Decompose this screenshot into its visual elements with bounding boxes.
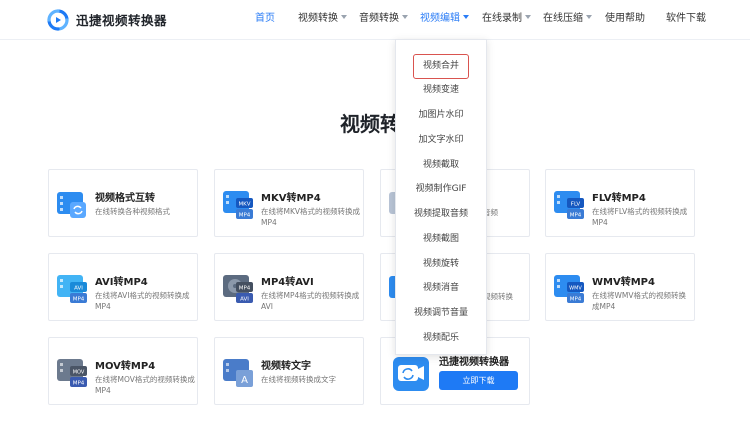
menu-item-image-watermark[interactable]: 加图片水印 [396,103,486,128]
video-edit-dropdown: 视频合并 视频变速 加图片水印 加文字水印 视频截取 视频制作GIF 视频提取音… [395,39,487,355]
menu-item-video-screenshot[interactable]: 视频截图 [396,227,486,252]
card-desc: 在线将WMV格式的视频转换成MP4 [592,291,687,311]
avi-to-mp4-icon: AVI MP4 [57,275,87,303]
card-title: WMV转MP4 [592,277,655,288]
nav-online-compress-label: 在线压缩 [543,13,583,24]
avi-badge: AVI [74,286,83,292]
card-title: MP4转AVI [261,277,314,288]
mov-to-mp4-icon: MOV MP4 [57,359,87,387]
chevron-down-icon [463,15,469,19]
nav-audio-convert[interactable]: 音频转换 [359,12,408,26]
card-wmv-to-mp4[interactable]: WMV MP4 WMV转MP4 在线将WMV格式的视频转换成MP4 [545,253,695,321]
card-mkv-to-mp4[interactable]: MKV MP4 MKV转MP4 在线将MKV格式的视频转换成MP4 [214,169,364,237]
video-convert-icon [57,192,86,218]
card-video-to-text[interactable]: A 视频转文字 在线将视频转换成文字 [214,337,364,405]
menu-item-video-rotate[interactable]: 视频旋转 [396,252,486,277]
nav-video-edit-label: 视频编辑 [420,13,460,24]
card-desc: 在线转换各种视频格式 [95,207,170,216]
card-mov-to-mp4[interactable]: MOV MP4 MOV转MP4 在线将MOV格式的视频转换成MP4 [48,337,198,405]
nav-online-record-label: 在线录制 [482,13,522,24]
card-mp4-to-avi[interactable]: MP4 AVI MP4转AVI 在线将MP4格式的视频转换成AVI [214,253,364,321]
menu-item-video-music[interactable]: 视频配乐 [396,326,486,351]
card-title: MOV转MP4 [95,361,156,372]
card-title: AVI转MP4 [95,277,148,288]
mp4-badge: MP4 [239,286,251,292]
logo-text[interactable]: 迅捷视频转换器 [76,10,167,29]
wmv-badge: WMV [569,286,582,292]
card-desc: 视频转换 [483,292,513,301]
svg-text:MP4: MP4 [73,381,85,387]
menu-item-extract-audio[interactable]: 视频提取音频 [396,202,486,227]
card-flv-to-mp4[interactable]: FLV MP4 FLV转MP4 在线将FLV格式的视频转换成MP4 [545,169,695,237]
top-nav-bar: 迅捷视频转换器 首页 视频转换 音频转换 视频编辑 在线录制 在线压缩 使用帮助… [0,0,750,40]
menu-item-video-trim[interactable]: 视频截取 [396,153,486,178]
svg-text:MP4: MP4 [239,213,251,219]
chevron-down-icon [586,15,592,19]
card-desc: 在线将MP4格式的视频转换成AVI [261,291,360,311]
mp4-to-avi-icon: MP4 AVI [223,275,253,303]
nav-home[interactable]: 首页 [255,12,275,26]
nav-video-convert-label: 视频转换 [298,13,338,24]
svg-text:A: A [241,375,248,386]
card-title: 视频格式互转 [95,193,155,204]
nav-help-label: 使用帮助 [605,13,645,24]
app-icon [393,357,429,391]
video-to-text-icon: A [223,359,253,387]
menu-item-video-volume[interactable]: 视频调节音量 [396,301,486,326]
card-desc: 在线将AVI格式的视频转换成MP4 [95,291,190,311]
card-avi-to-mp4[interactable]: AVI MP4 AVI转MP4 在线将AVI格式的视频转换成MP4 [48,253,198,321]
svg-text:MP4: MP4 [570,297,582,303]
flv-to-mp4-icon: FLV MP4 [554,191,584,219]
nav-download[interactable]: 软件下载 [666,12,706,26]
mkv-to-mp4-icon: MKV MP4 [223,191,253,219]
nav-help[interactable]: 使用帮助 [605,12,645,26]
menu-item-video-mute[interactable]: 视频消音 [396,276,486,301]
nav-download-label: 软件下载 [666,13,706,24]
flv-badge: FLV [571,202,581,208]
card-title: FLV转MP4 [592,193,646,204]
menu-item-video-speed[interactable]: 视频变速 [396,78,486,103]
nav-online-record[interactable]: 在线录制 [482,12,531,26]
nav-audio-convert-label: 音频转换 [359,13,399,24]
chevron-down-icon [402,15,408,19]
logo-icon[interactable] [47,9,69,31]
menu-item-video-merge[interactable]: 视频合并 [413,54,469,79]
page-title: 视频转 [340,112,400,136]
promo-title: 迅捷视频转换器 [439,357,509,368]
chevron-down-icon [525,15,531,19]
card-desc: 在线将MKV格式的视频转换成MP4 [261,207,361,227]
nav-home-label: 首页 [255,13,275,24]
card-title: MKV转MP4 [261,193,321,204]
nav-online-compress[interactable]: 在线压缩 [543,12,592,26]
menu-item-text-watermark[interactable]: 加文字水印 [396,128,486,153]
menu-item-video-gif[interactable]: 视频制作GIF [396,177,486,202]
svg-text:MP4: MP4 [73,297,85,303]
chevron-down-icon [341,15,347,19]
card-desc: 音频 [483,208,498,217]
wmv-to-mp4-icon: WMV MP4 [554,275,584,303]
card-video-format-convert[interactable]: 视频格式互转 在线转换各种视频格式 [48,169,198,237]
download-now-button[interactable]: 立即下载 [439,371,518,390]
nav-video-edit[interactable]: 视频编辑 [420,12,469,26]
svg-text:MP4: MP4 [570,213,582,219]
card-desc: 在线将FLV格式的视频转换成MP4 [592,207,688,227]
mkv-badge: MKV [238,202,250,208]
card-desc: 在线将MOV格式的视频转换成MP4 [95,375,195,395]
card-desc: 在线将视频转换成文字 [261,375,336,384]
card-title: 视频转文字 [261,361,311,372]
svg-text:AVI: AVI [240,297,249,303]
mov-badge: MOV [73,370,85,376]
nav-video-convert[interactable]: 视频转换 [298,12,347,26]
